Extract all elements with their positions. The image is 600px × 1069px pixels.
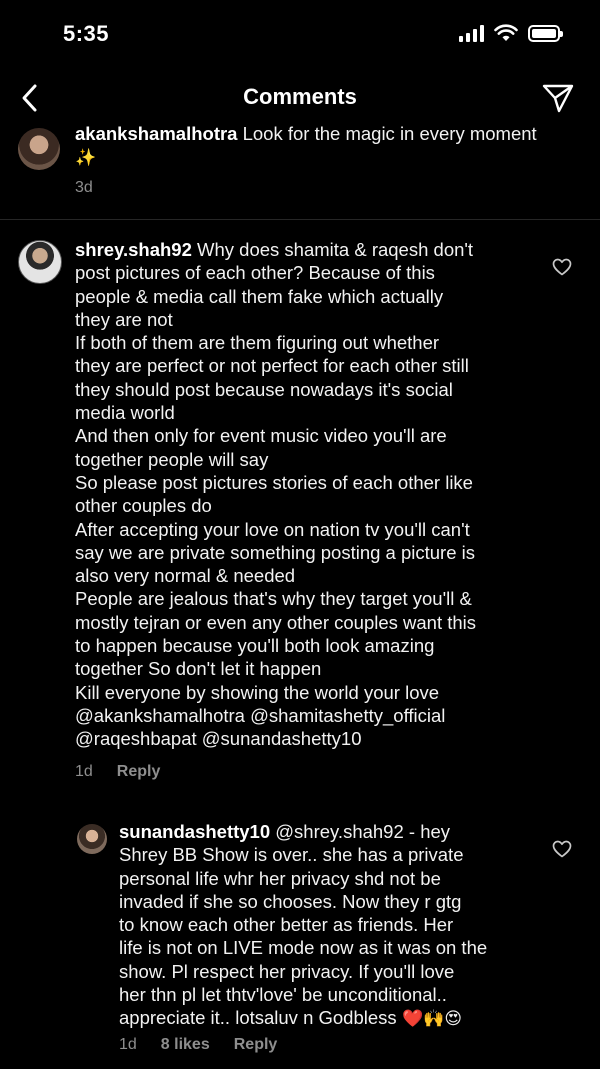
comment-line: Kill everyone by showing the world your …: [75, 681, 440, 703]
comment-line: And then only for event music video you'…: [75, 425, 447, 447]
comment-line: to know each other better as friends. He…: [119, 914, 454, 936]
comment-line: post pictures of each other? Because of …: [75, 262, 435, 284]
comment-time: 1d: [75, 763, 93, 780]
avatar[interactable]: [18, 128, 60, 170]
comment-meta: 3d: [75, 179, 93, 197]
send-icon: [542, 84, 574, 113]
comment-line: If both of them are them figuring out wh…: [75, 332, 440, 354]
comment-line: mostly tejran or even any other couples …: [75, 611, 477, 633]
reply-button[interactable]: Reply: [234, 1036, 278, 1054]
comment-line: also very normal & needed: [75, 565, 296, 587]
comment-line: they are not: [75, 308, 173, 330]
sparkles-emoji: ✨: [75, 148, 97, 169]
cellular-signal-icon: [459, 24, 484, 42]
comment-line: other couples do: [75, 495, 212, 517]
comment-line: People are jealous that's why they targe…: [75, 588, 472, 610]
avatar[interactable]: [18, 240, 62, 284]
comment-text: shrey.shah92 Why does shamita & raqesh d…: [75, 238, 530, 751]
comment-line: After accepting your love on nation tv y…: [75, 518, 470, 540]
reply-button[interactable]: Reply: [117, 763, 161, 781]
emoji-group: ❤️🙌😍: [396, 1009, 463, 1030]
heart-icon: [552, 258, 572, 276]
comment-line: together people will say: [75, 448, 269, 470]
status-icons: [459, 24, 563, 42]
comment-line: they should post because nowadays it's s…: [75, 378, 453, 400]
comment-username[interactable]: shrey.shah92: [75, 239, 192, 260]
comment-time: 3d: [75, 179, 93, 196]
comment-line: say we are private something posting a p…: [75, 541, 476, 563]
page-title: Comments: [243, 84, 357, 109]
avatar[interactable]: [77, 824, 107, 854]
like-button[interactable]: [552, 258, 572, 281]
comment-time: 1d: [119, 1036, 137, 1053]
share-button[interactable]: [540, 80, 576, 116]
comment-line: they are perfect or not perfect for each…: [75, 355, 469, 377]
comment-line: appreciate it.. lotsaluv n Godbless: [119, 1007, 397, 1029]
mention-line[interactable]: @akankshamalhotra @shamitashetty_officia…: [75, 705, 445, 726]
comment-text: sunandashetty10 @shrey.shah92 - hey Shre…: [119, 820, 529, 1032]
comment-line: So please post pictures stories of each …: [75, 471, 473, 493]
comment-meta: 1d Reply: [75, 763, 160, 781]
comment-item: akankshamalhotra Look for the magic in e…: [0, 122, 600, 219]
wifi-icon: [494, 24, 518, 41]
comment-text: akankshamalhotra Look for the magic in e…: [75, 122, 585, 171]
comment-line: together So don't let it happen: [75, 658, 322, 680]
status-bar: 5:35: [0, 0, 600, 70]
comment-body: Look for the magic in every moment: [237, 123, 537, 144]
comment-line: @shrey.shah92 - hey: [270, 821, 451, 842]
status-time: 5:35: [63, 21, 110, 46]
comment-line: show. Pl respect her privacy. If you'll …: [119, 960, 455, 982]
mention-line[interactable]: @raqeshbapat @sunandashetty10: [75, 728, 361, 749]
comment-username[interactable]: akankshamalhotra: [75, 123, 237, 144]
comment-line: Shrey BB Show is over.. she has a privat…: [119, 844, 464, 866]
comment-line: personal life whr her privacy shd not be: [119, 867, 441, 889]
comment-line: to happen because you'll both look amazi…: [75, 635, 435, 657]
comment-meta: 1d 8 likes Reply: [119, 1036, 277, 1054]
divider: [0, 219, 600, 220]
likes-count[interactable]: 8 likes: [161, 1036, 210, 1054]
comment-line: media world: [75, 402, 175, 424]
comment-line: people & media call them fake which actu…: [75, 285, 444, 307]
heart-icon: [552, 840, 572, 858]
like-button[interactable]: [552, 840, 572, 863]
battery-icon: [528, 24, 563, 42]
comment-username[interactable]: sunandashetty10: [119, 821, 270, 842]
comment-line: her thn pl let thtv'love' be uncondition…: [119, 984, 447, 1006]
nav-bar: Comments: [0, 70, 600, 126]
comment-line: invaded if she so chooses. Now they r gt…: [119, 890, 462, 912]
comment-line: life is not on LIVE mode now as it was o…: [119, 937, 488, 959]
comment-line: Why does shamita & raqesh don't: [191, 239, 474, 260]
